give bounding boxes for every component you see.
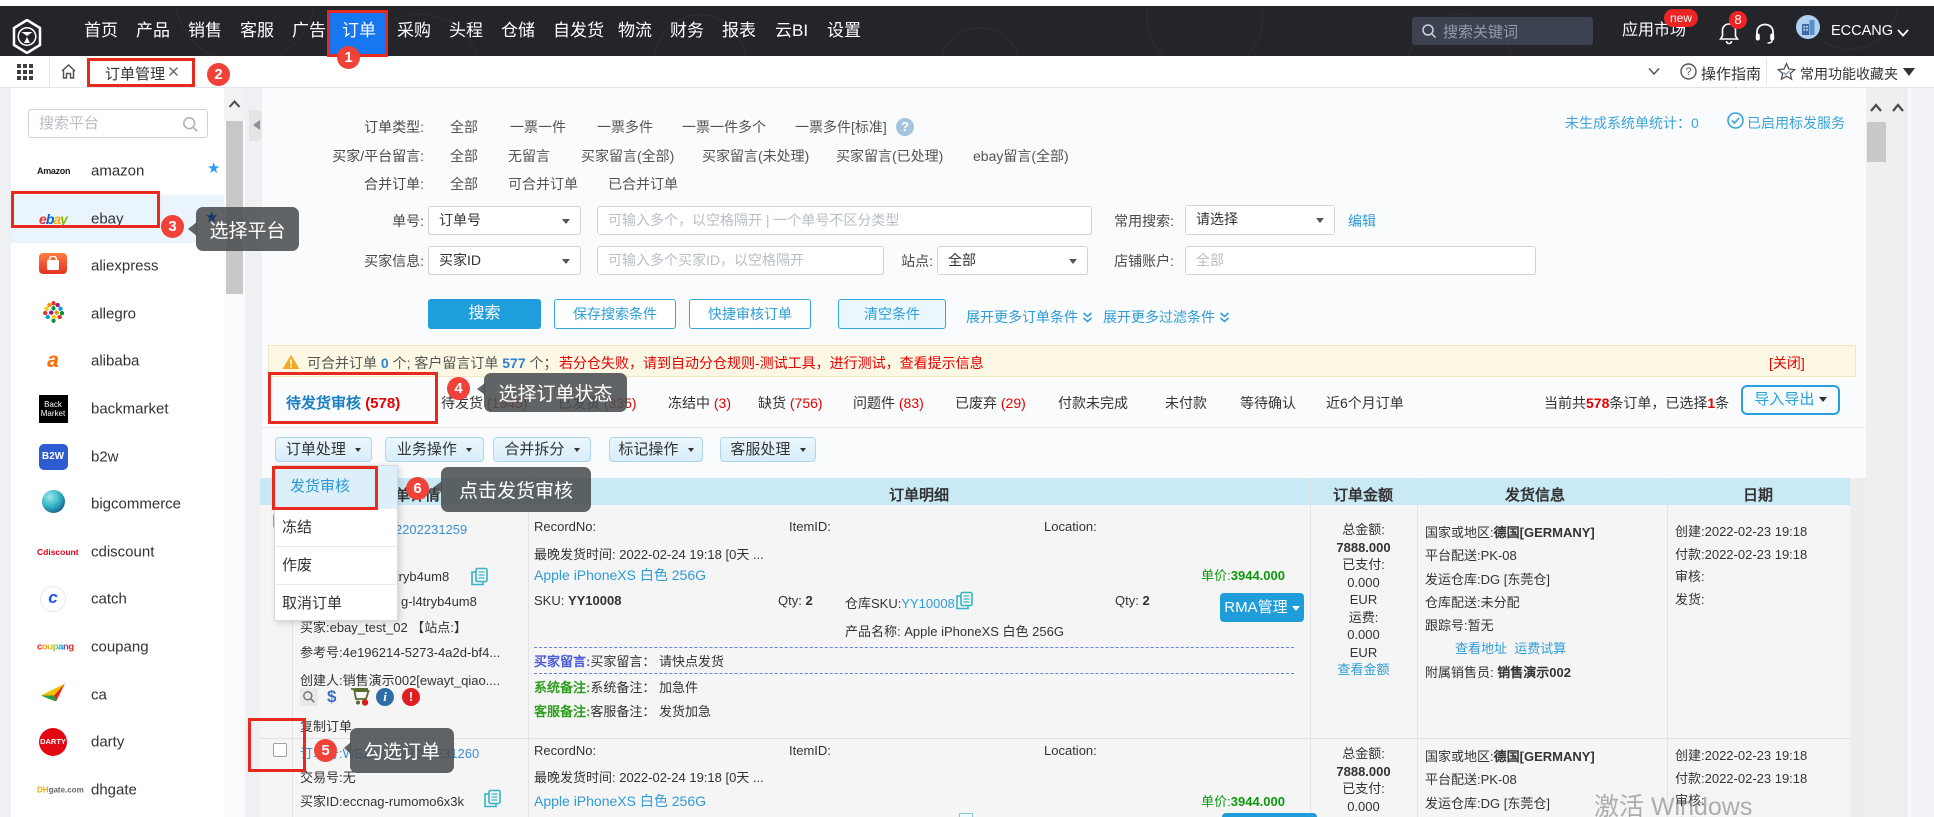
svg-text:?: ? <box>1685 66 1691 78</box>
